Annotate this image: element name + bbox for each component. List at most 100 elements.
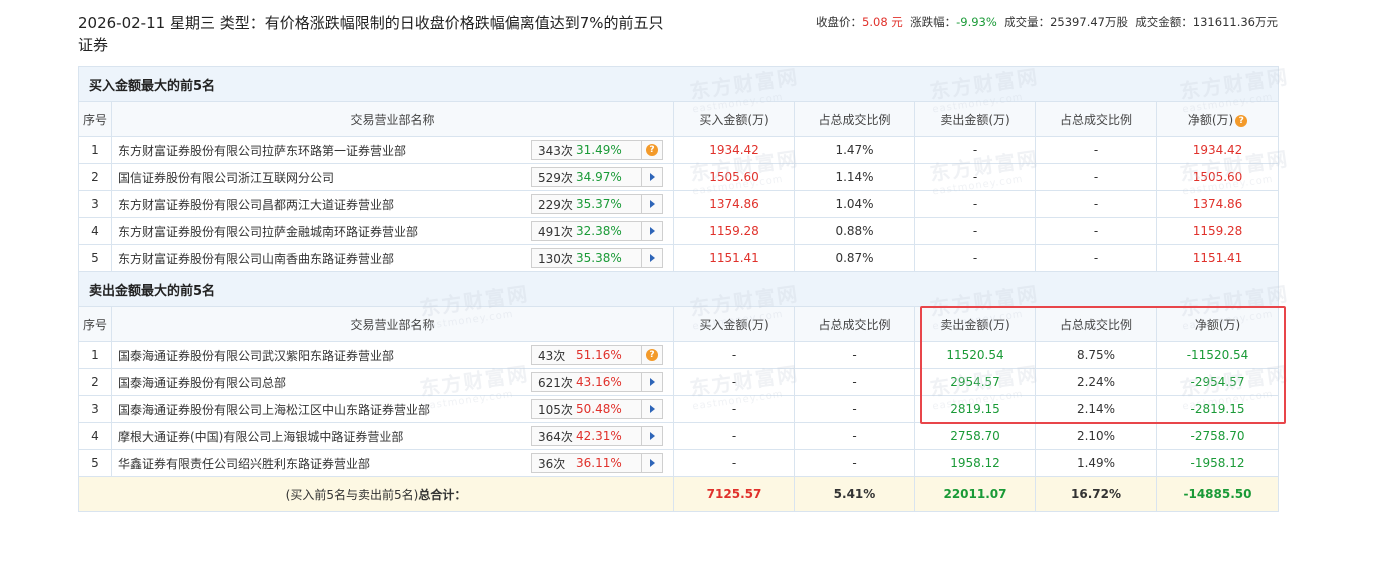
row-index: 2 [78,368,112,396]
broker-stats-chip[interactable]: 105次 50.48% [531,399,663,419]
broker-name[interactable]: 东方财富证券股份有限公司昌都两江大道证券营业部 [118,196,394,213]
total-label: (买入前5名与卖出前5名)总合计： [78,476,674,512]
broker-cell: 华鑫证券有限责任公司绍兴胜利东路证券营业部 36次 36.11% [111,449,674,477]
chip-icon-box[interactable] [641,454,662,472]
win-rate: 51.16% [576,348,622,362]
question-icon[interactable]: ? [646,144,658,156]
col-header-label: 序号 [82,112,107,127]
section-title: 买入金额最大的前5名 [78,66,1279,102]
col-header-4: 卖出金额(万) [914,101,1036,137]
table-row: 5 华鑫证券有限责任公司绍兴胜利东路证券营业部 36次 36.11% - - 1… [78,449,1279,477]
broker-name[interactable]: 国泰海通证券股份有限公司总部 [118,374,286,391]
broker-stats-chip[interactable]: 364次 42.31% [531,426,663,446]
chip-icon-box[interactable] [641,168,662,186]
chip-icon-box[interactable] [641,400,662,418]
broker-name[interactable]: 国泰海通证券股份有限公司上海松江区中山东路证券营业部 [118,401,430,418]
sell-amount: 1958.12 [914,449,1036,477]
buy-amount: 1374.86 [673,190,795,218]
row-index: 4 [78,422,112,450]
sell-pct: 2.10% [1035,422,1157,450]
sell-pct: 1.49% [1035,449,1157,477]
arrow-right-icon [649,405,655,413]
sell-pct: - [1035,190,1157,218]
chip-icon-box[interactable] [641,373,662,391]
broker-cell: 东方财富证券股份有限公司昌都两江大道证券营业部 229次 35.37% [111,190,674,218]
col-header-1: 交易营业部名称 [111,306,674,342]
chip-icon-box[interactable] [641,195,662,213]
broker-stats-chip[interactable]: 130次 35.38% [531,248,663,268]
win-rate: 35.37% [576,197,622,211]
broker-stats-chip[interactable]: 229次 35.37% [531,194,663,214]
col-header-3: 占总成交比例 [794,101,915,137]
broker-name[interactable]: 东方财富证券股份有限公司拉萨东环路第一证券营业部 [118,142,406,159]
times-count: 343次 [538,143,573,158]
sell-amount: - [914,244,1036,272]
chip-icon-box[interactable]: ? [641,346,662,364]
col-header-label: 占总成交比例 [818,112,891,127]
win-rate: 34.97% [576,170,622,184]
arrow-right-icon [649,200,655,208]
broker-cell: 国泰海通证券股份有限公司总部 621次 43.16% [111,368,674,396]
row-index: 3 [78,190,112,218]
times-count: 491次 [538,224,573,239]
chip-icon-box[interactable] [641,427,662,445]
arrow-right-icon [649,173,655,181]
buy-pct: 1.14% [794,163,915,191]
column-header-row: 序号 交易营业部名称 买入金额(万) 占总成交比例 卖出金额(万) 占总成交比例 净额(万)… [78,101,1279,137]
broker-stats-chip[interactable]: 36次 36.11% [531,453,663,473]
broker-stats-chip[interactable]: 343次 31.49% ? [531,140,663,160]
col-header-label: 买入金额(万) [699,112,769,127]
table-row: 3 东方财富证券股份有限公司昌都两江大道证券营业部 229次 35.37% 13… [78,190,1279,218]
chip-icon-box[interactable]: ? [641,141,662,159]
broker-name[interactable]: 东方财富证券股份有限公司拉萨金融城南环路证券营业部 [118,223,418,240]
broker-stats-chip[interactable]: 491次 32.38% [531,221,663,241]
section-header-buy: 买入金额最大的前5名 [78,66,1279,102]
col-header-label: 卖出金额(万) [940,112,1010,127]
broker-name[interactable]: 华鑫证券有限责任公司绍兴胜利东路证券营业部 [118,455,370,472]
broker-cell: 东方财富证券股份有限公司拉萨金融城南环路证券营业部 491次 32.38% [111,217,674,245]
col-header-label: 交易营业部名称 [350,317,435,332]
buy-pct: 0.88% [794,217,915,245]
help-icon[interactable]: ? [1235,114,1248,127]
broker-name[interactable]: 国泰海通证券股份有限公司武汉紫阳东路证券营业部 [118,347,394,364]
broker-stats-chip[interactable]: 621次 43.16% [531,372,663,392]
buy-pct: - [794,395,915,423]
buy-amount: - [673,395,795,423]
stock-stats: 收盘价：5.08 元 涨跌幅：-9.93% 成交量：25397.47万股 成交金… [816,14,1278,30]
buy-amount: - [673,449,795,477]
col-header-label: 占总成交比例 [1059,112,1132,127]
chip-icon-box[interactable] [641,222,662,240]
col-header-label: 交易营业部名称 [350,112,435,127]
broker-stats-chip[interactable]: 43次 51.16% ? [531,345,663,365]
total-buy-pct: 5.41% [794,476,915,512]
table-row: 2 国信证券股份有限公司浙江互联网分公司 529次 34.97% 1505.60… [78,163,1279,191]
win-rate: 43.16% [576,375,622,389]
times-count: 364次 [538,429,573,444]
col-header-label: 占总成交比例 [818,317,891,332]
sell-pct: - [1035,217,1157,245]
table-row: 4 摩根大通证券(中国)有限公司上海银城中路证券营业部 364次 42.31% … [78,422,1279,450]
broker-name[interactable]: 东方财富证券股份有限公司山南香曲东路证券营业部 [118,250,394,267]
col-header-label: 净额(万) [1187,112,1234,127]
arrow-right-icon [649,459,655,467]
table-row: 4 东方财富证券股份有限公司拉萨金融城南环路证券营业部 491次 32.38% … [78,217,1279,245]
row-index: 1 [78,136,112,164]
broker-cell: 东方财富证券股份有限公司山南香曲东路证券营业部 130次 35.38% [111,244,674,272]
col-header-3: 占总成交比例 [794,306,915,342]
broker-name[interactable]: 摩根大通证券(中国)有限公司上海银城中路证券营业部 [118,428,403,445]
sell-pct: - [1035,163,1157,191]
question-icon[interactable]: ? [646,349,658,361]
broker-cell: 国泰海通证券股份有限公司上海松江区中山东路证券营业部 105次 50.48% [111,395,674,423]
times-count: 621次 [538,375,573,390]
sell-amount: - [914,163,1036,191]
broker-name[interactable]: 国信证券股份有限公司浙江互联网分公司 [118,169,334,186]
chip-icon-box[interactable] [641,249,662,267]
buy-pct: - [794,341,915,369]
broker-stats-chip[interactable]: 529次 34.97% [531,167,663,187]
net-amount: -2758.70 [1156,422,1279,450]
times-count: 105次 [538,402,573,417]
amount-value: 131611.36万元 [1192,15,1278,29]
broker-cell: 摩根大通证券(中国)有限公司上海银城中路证券营业部 364次 42.31% [111,422,674,450]
change-value: -9.93% [956,15,997,29]
total-row: (买入前5名与卖出前5名)总合计： 7125.57 5.41% 22011.07… [78,476,1279,512]
